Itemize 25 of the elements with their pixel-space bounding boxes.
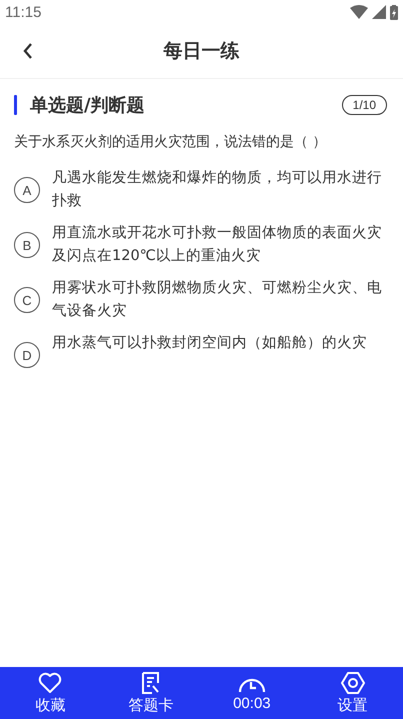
- question-text: 关于水系灭火剂的适用火灾范围，说法错的是（ ）: [13, 133, 328, 151]
- document-icon: [141, 672, 162, 694]
- settings-icon: [340, 672, 365, 694]
- battery-icon: [390, 4, 398, 20]
- option-text[interactable]: 用雾状水可扑救阴燃物质火灾、可燃粉尘火灾、电气设备火灾: [52, 277, 393, 323]
- back-icon[interactable]: [22, 42, 34, 60]
- option-text[interactable]: 用直流水或开花水可扑救一般固体物质的表面火灾及闪点在120℃以上的重油火灾: [52, 222, 393, 268]
- bottom-tab[interactable]: 答题卡: [106, 667, 196, 719]
- progress-badge: 1/10: [342, 95, 387, 115]
- option-letter[interactable]: A: [14, 177, 40, 203]
- option-letter[interactable]: C: [14, 287, 40, 313]
- bottom-tab[interactable]: 收藏: [5, 667, 96, 719]
- bottom-tab[interactable]: 设置: [308, 667, 398, 719]
- section-title: 单选题/判断题: [30, 94, 146, 117]
- option-text[interactable]: 用水蒸气可以扑救封闭空间内（如船舱）的火灾: [52, 332, 393, 355]
- option-text[interactable]: 凡遇水能发生燃烧和爆炸的物质，均可以用水进行扑救: [52, 167, 393, 213]
- heart-icon: [38, 672, 62, 694]
- signal-icon: [372, 5, 386, 19]
- bottom-tab[interactable]: 00:03: [206, 667, 297, 719]
- option-letter[interactable]: D: [14, 342, 40, 368]
- option-letter[interactable]: B: [14, 232, 40, 258]
- wifi-icon: [350, 5, 368, 19]
- accent-bar: [14, 95, 17, 115]
- status-time: 11:15: [5, 4, 42, 20]
- page-title: 每日一练: [164, 39, 240, 64]
